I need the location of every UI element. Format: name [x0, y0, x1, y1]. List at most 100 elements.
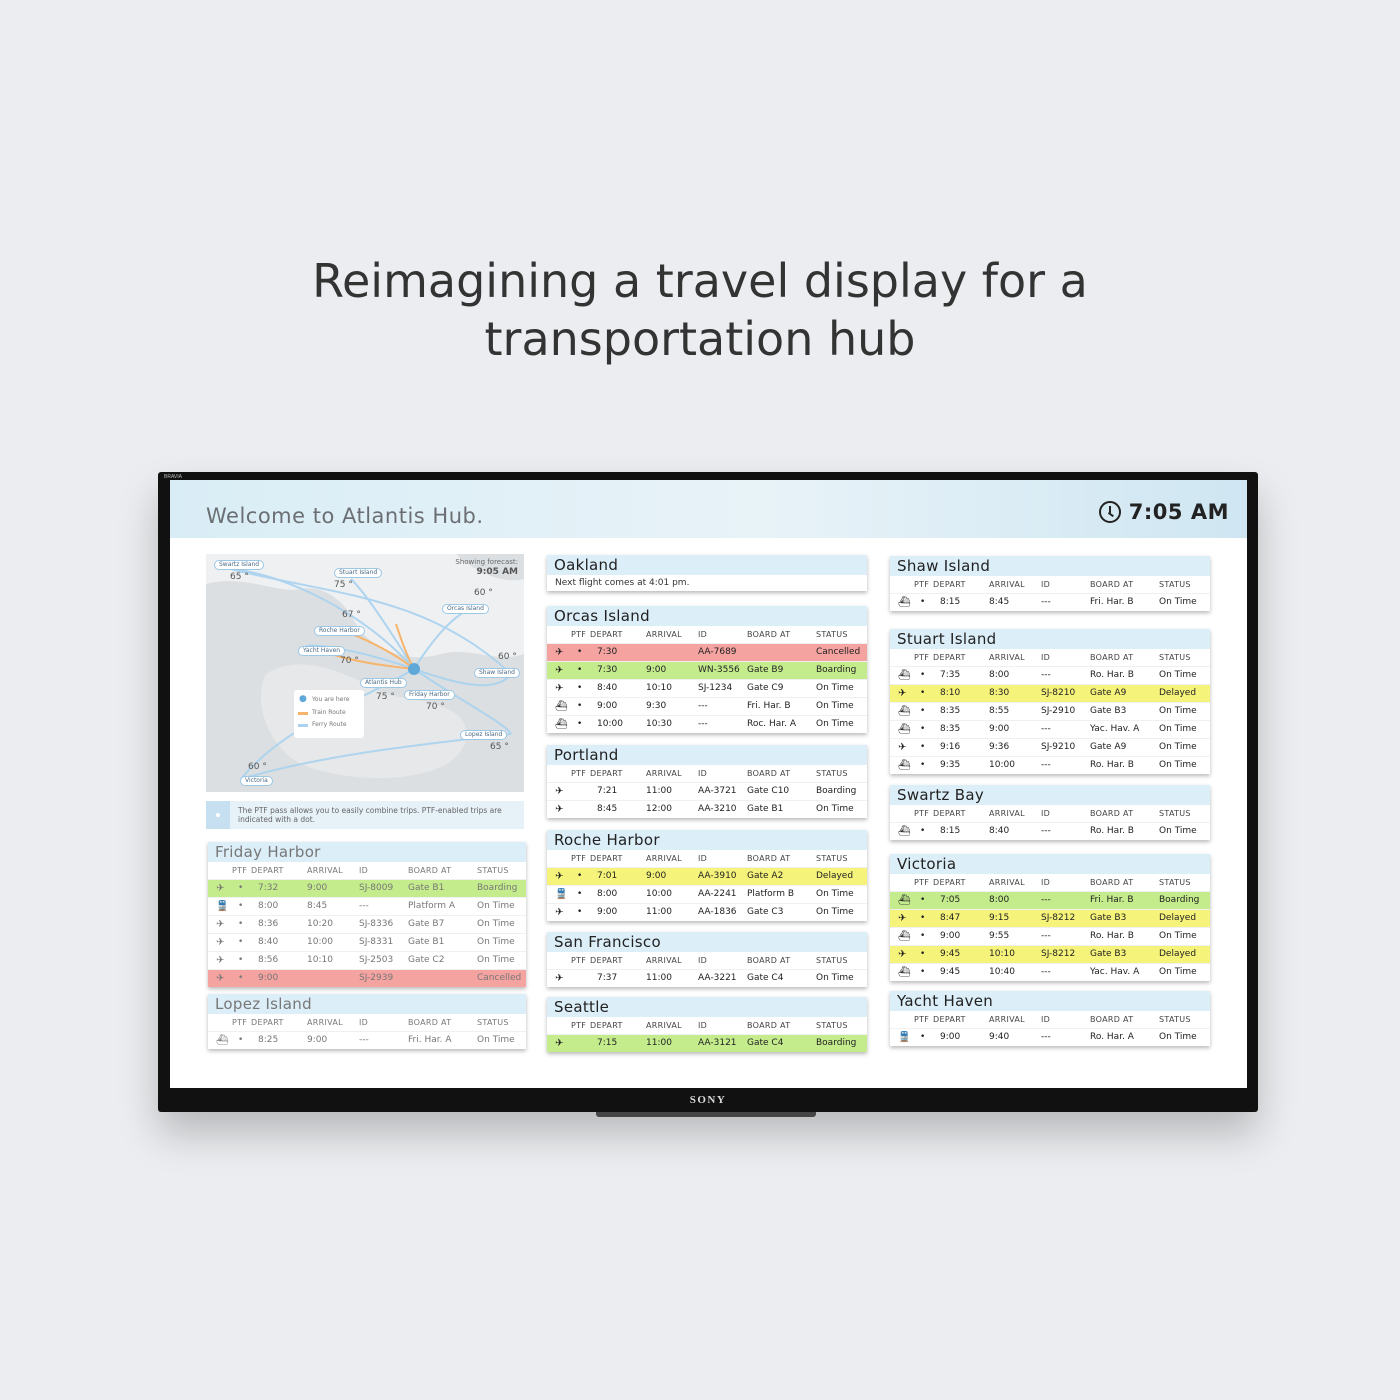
destination-card[interactable]: Swartz Bay PTF DEPART ARRIVAL ID BOARD AT STAT…: [890, 785, 1210, 840]
destination-card[interactable]: Stuart Island PTF DEPART ARRIVAL ID BOARD AT S…: [890, 629, 1210, 774]
map-place[interactable]: Atlantis Hub: [360, 678, 407, 688]
id-header: ID: [359, 1018, 369, 1027]
map-place[interactable]: Shaw Island: [474, 668, 520, 678]
departure-row[interactable]: ⛴ • 9:35 10:00 --- Ro. Har. B On Time: [890, 756, 1210, 774]
departure-row[interactable]: ✈ 7:21 11:00 AA-3721 Gate C10 Boarding: [547, 782, 867, 800]
departure-row[interactable]: ✈ • 7:01 9:00 AA-3910 Gate A2 Delayed: [547, 867, 867, 885]
map-place[interactable]: Swartz Island: [214, 560, 265, 570]
departure-row[interactable]: ✈ • 8:40 10:10 SJ-1234 Gate C9 On Time: [547, 679, 867, 697]
depart-header: DEPART: [933, 809, 966, 818]
departure-row[interactable]: ✈ • 7:30 AA-7689 Cancelled: [547, 643, 867, 661]
departure-row[interactable]: 🚆 • 8:00 8:45 --- Platform A On Time: [208, 897, 526, 915]
trip-id: ---: [698, 719, 708, 729]
departure-row[interactable]: ⛴ • 8:35 8:55 SJ-2910 Gate B3 On Time: [890, 702, 1210, 720]
departure-row[interactable]: ⛴ • 7:05 8:00 --- Fri. Har. B Boarding: [890, 891, 1210, 909]
arrival-time: 9:55: [989, 931, 1010, 941]
map-place[interactable]: Orcas Island: [442, 604, 489, 614]
departure-row[interactable]: ✈ • 7:30 9:00 WN-3556 Gate B9 Boarding: [547, 661, 867, 679]
trip-id: ---: [359, 1035, 369, 1045]
map-place[interactable]: Roche Harbor: [314, 626, 365, 636]
display-screen: Welcome to Atlantis Hub. 7:05 AM Showing…: [170, 480, 1247, 1088]
departure-row[interactable]: ✈ 8:45 12:00 AA-3210 Gate B1 On Time: [547, 800, 867, 818]
departure-row[interactable]: ✈ • 8:40 10:00 SJ-8331 Gate B1 On Time: [208, 933, 526, 951]
arrival-time: 10:10: [989, 949, 1015, 959]
board-at: Gate B3: [1090, 706, 1127, 716]
trip-id: ---: [359, 901, 369, 911]
arrival-time: 11:00: [646, 1038, 672, 1048]
departure-row[interactable]: ⛴ • 8:35 9:00 --- Yac. Hav. A On Time: [890, 720, 1210, 738]
departure-row[interactable]: ✈ • 8:47 9:15 SJ-8212 Gate B3 Delayed: [890, 909, 1210, 927]
destination-title: Seattle: [547, 997, 867, 1017]
depart-time: 9:00: [258, 973, 279, 983]
departure-row[interactable]: ✈ 7:15 11:00 AA-3121 Gate C4 Boarding: [547, 1034, 867, 1052]
plane-icon: ✈: [555, 1038, 564, 1049]
destination-card[interactable]: Friday Harbor PTF DEPART ARRIVAL ID BOARD AT S…: [208, 842, 526, 987]
ferry-route-swatch: [298, 724, 308, 727]
route-map[interactable]: Showing forecast: 9:05 AM Swartz Island …: [206, 554, 524, 792]
map-temperature: 70 °: [426, 702, 445, 712]
arrival-time: 9:15: [989, 913, 1010, 923]
departure-row[interactable]: 🚆 • 8:00 10:00 AA-2241 Platform B On Time: [547, 885, 867, 903]
id-header: ID: [698, 854, 708, 863]
board-at: Ro. Har. B: [1090, 670, 1134, 680]
board-at: Platform A: [408, 901, 455, 911]
departure-row[interactable]: ⛴ • 10:00 10:30 --- Roc. Har. A On Time: [547, 715, 867, 733]
column-header-row: PTF DEPART ARRIVAL ID BOARD AT STATUS: [547, 1017, 867, 1034]
departure-row[interactable]: ✈ 7:37 11:00 AA-3221 Gate C4 On Time: [547, 969, 867, 987]
map-temperature: 75 °: [334, 580, 353, 590]
destination-card[interactable]: Portland PTF DEPART ARRIVAL ID BOARD AT STATUS…: [547, 745, 867, 818]
trip-status: On Time: [816, 804, 854, 814]
arrival-time: 10:00: [989, 760, 1015, 770]
map-place[interactable]: Lopez Island: [460, 730, 508, 740]
train-icon: 🚆: [555, 889, 568, 900]
map-place[interactable]: Stuart Island: [334, 568, 383, 578]
plane-icon: ✈: [555, 683, 564, 694]
destination-card[interactable]: San Francisco PTF DEPART ARRIVAL ID BOARD AT S…: [547, 932, 867, 987]
status-header: STATUS: [1159, 1015, 1191, 1024]
departure-row[interactable]: ✈ • 9:16 9:36 SJ-9210 Gate A9 On Time: [890, 738, 1210, 756]
departure-row[interactable]: 🚆 • 9:00 9:40 --- Ro. Har. A On Time: [890, 1028, 1210, 1046]
departure-row[interactable]: ⛴ • 9:00 9:30 --- Fri. Har. B On Time: [547, 697, 867, 715]
map-place[interactable]: Friday Harbor: [404, 690, 455, 700]
depart-time: 9:00: [597, 701, 618, 711]
trip-status: Boarding: [477, 883, 518, 893]
departure-row[interactable]: ⛴ • 8:25 9:00 --- Fri. Har. A On Time: [208, 1031, 526, 1049]
train-icon: 🚆: [216, 901, 229, 912]
depart-header: DEPART: [251, 866, 284, 875]
departure-row[interactable]: ✈ • 9:45 10:10 SJ-8212 Gate B3 Delayed: [890, 945, 1210, 963]
map-place[interactable]: Yacht Haven: [298, 646, 346, 656]
map-place[interactable]: Victoria: [240, 776, 273, 786]
departure-row[interactable]: ⛴ • 9:00 9:55 --- Ro. Har. B On Time: [890, 927, 1210, 945]
trip-status: Boarding: [816, 665, 857, 675]
destination-card[interactable]: Roche Harbor PTF DEPART ARRIVAL ID BOARD AT ST…: [547, 830, 867, 921]
destination-title: Portland: [547, 745, 867, 765]
destination-card[interactable]: Lopez Island PTF DEPART ARRIVAL ID BOARD AT ST…: [208, 994, 526, 1049]
ptf-header: PTF: [571, 956, 587, 965]
status-header: STATUS: [816, 854, 848, 863]
destination-title: Roche Harbor: [547, 830, 867, 850]
board-at: Gate B3: [1090, 949, 1127, 959]
plane-icon: ✈: [216, 919, 225, 930]
destination-card[interactable]: Seattle PTF DEPART ARRIVAL ID BOARD AT STATUS ✈…: [547, 997, 867, 1052]
destination-card[interactable]: Orcas Island PTF DEPART ARRIVAL ID BOARD AT ST…: [547, 606, 867, 733]
departure-row[interactable]: ⛴ • 8:15 8:45 --- Fri. Har. B On Time: [890, 593, 1210, 611]
departure-row[interactable]: ✈ • 8:10 8:30 SJ-8210 Gate A9 Delayed: [890, 684, 1210, 702]
plane-icon: ✈: [898, 688, 907, 699]
departure-row[interactable]: ✈ • 8:36 10:20 SJ-8336 Gate B7 On Time: [208, 915, 526, 933]
departure-row[interactable]: ✈ • 9:00 11:00 AA-1836 Gate C3 On Time: [547, 903, 867, 921]
departure-row[interactable]: ⛴ • 9:45 10:40 --- Yac. Hav. A On Time: [890, 963, 1210, 981]
depart-time: 10:00: [597, 719, 623, 729]
plane-icon: ✈: [555, 665, 564, 676]
destination-title: Lopez Island: [208, 994, 526, 1014]
departure-row[interactable]: ✈ • 7:32 9:00 SJ-8009 Gate B1 Boarding: [208, 879, 526, 897]
departure-row[interactable]: ⛴ • 8:15 8:40 --- Ro. Har. B On Time: [890, 822, 1210, 840]
destination-card[interactable]: Yacht Haven PTF DEPART ARRIVAL ID BOARD AT STA…: [890, 991, 1210, 1046]
departure-row[interactable]: ✈ • 8:56 10:10 SJ-2503 Gate C2 On Time: [208, 951, 526, 969]
departure-row[interactable]: ✈ • 9:00 SJ-2939 Cancelled: [208, 969, 526, 987]
departure-row[interactable]: ⛴ • 7:35 8:00 --- Ro. Har. B On Time: [890, 666, 1210, 684]
board-at: Ro. Har. A: [1090, 1032, 1134, 1042]
destination-card[interactable]: Victoria PTF DEPART ARRIVAL ID BOARD AT STATUS…: [890, 854, 1210, 981]
destination-card[interactable]: Shaw Island PTF DEPART ARRIVAL ID BOARD AT STA…: [890, 556, 1210, 611]
ferry-icon: ⛴: [555, 701, 568, 712]
destination-card[interactable]: Oakland Next flight comes at 4:01 pm.: [547, 555, 867, 591]
